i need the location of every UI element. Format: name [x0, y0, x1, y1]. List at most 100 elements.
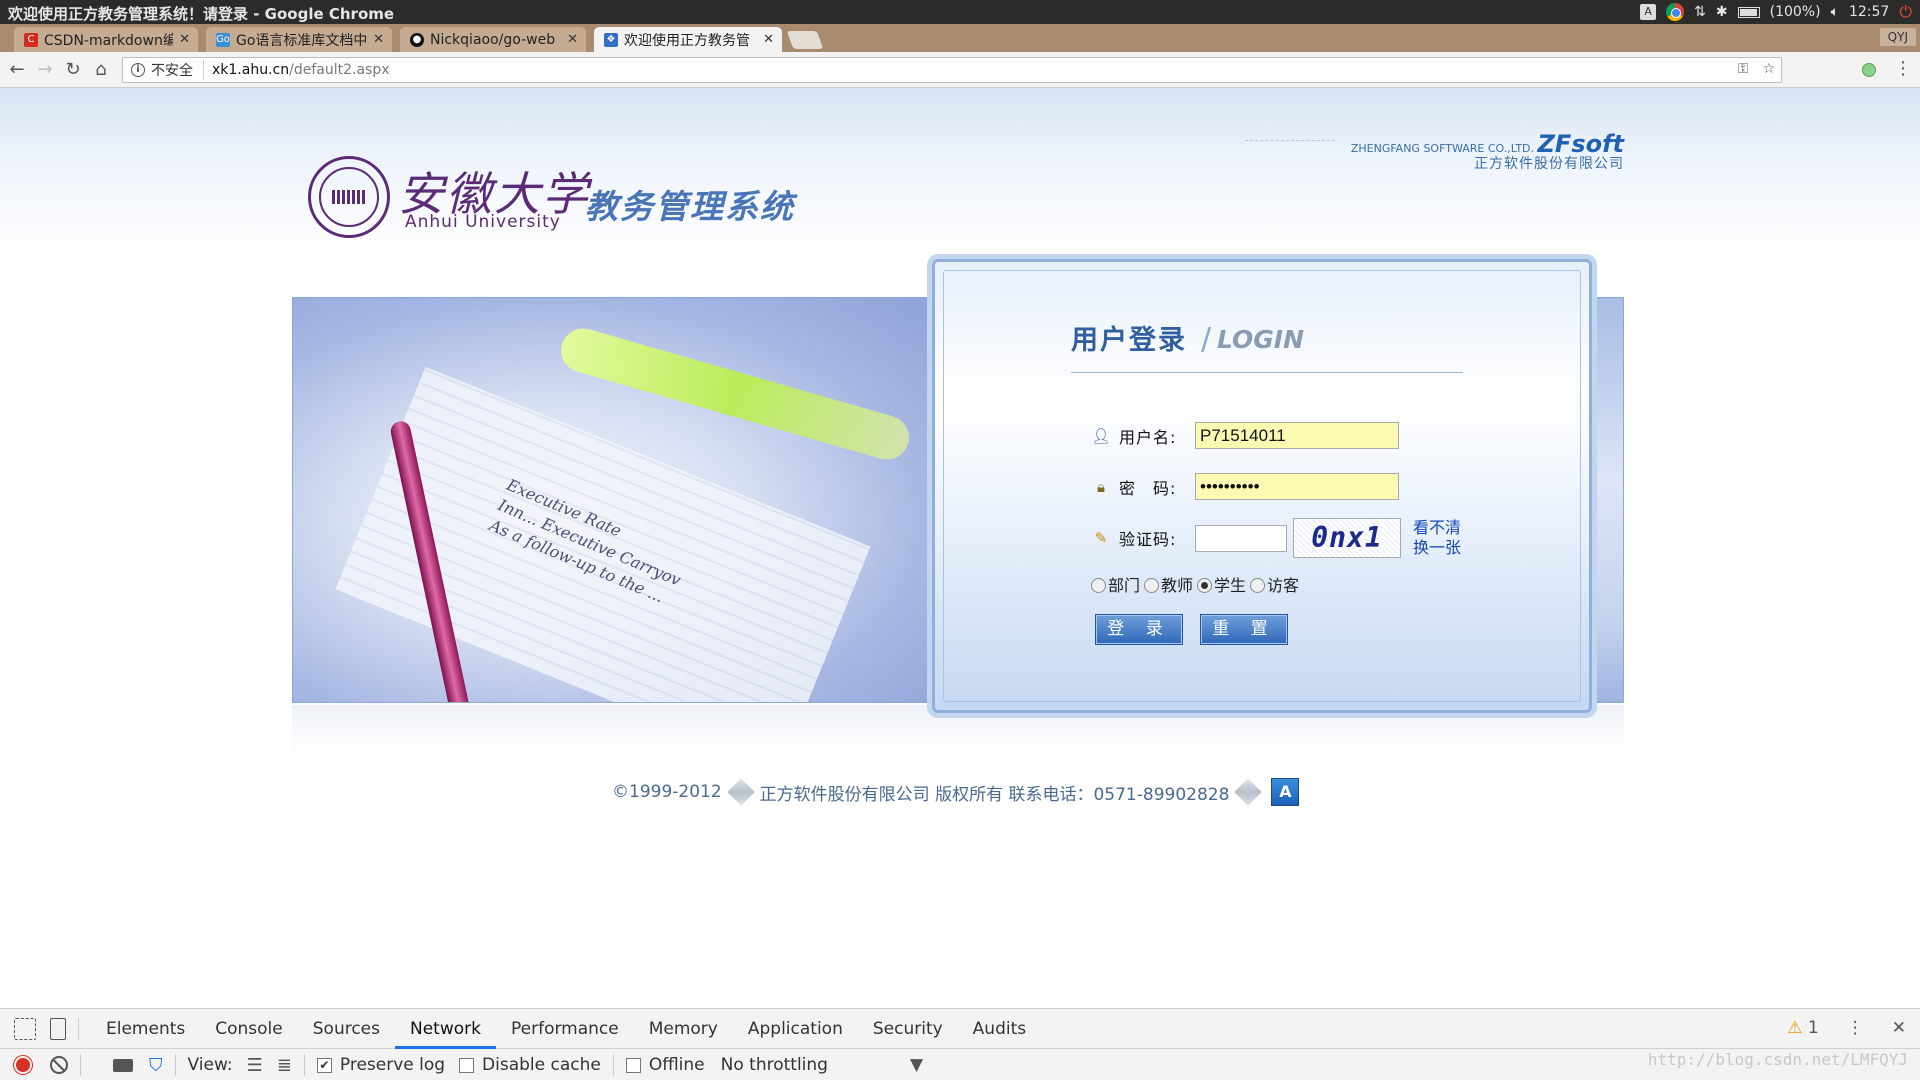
browser-tab-active[interactable]: ❖ 欢迎使用正方教务管 ✕	[594, 27, 782, 52]
browser-tab[interactable]: C CSDN-markdown编 ✕	[14, 27, 198, 52]
role-radio-group: 部门 教师 学生 访客	[1091, 572, 1303, 596]
devtools-menu-icon[interactable]: ⋮	[1847, 1018, 1864, 1038]
browser-tab[interactable]: ● Nickqiaoo/go-web ✕	[400, 27, 586, 52]
username-input[interactable]	[1195, 422, 1399, 449]
menu-icon[interactable]: ⋮	[1894, 58, 1912, 79]
disable-cache-label: Disable cache	[482, 1055, 601, 1075]
captcha-label: 验证码:	[1119, 530, 1177, 549]
devtools-tab-memory[interactable]: Memory	[634, 1009, 733, 1049]
extension-icon[interactable]	[1862, 63, 1876, 77]
role-radio-department[interactable]	[1091, 577, 1106, 593]
home-icon[interactable]: ⌂	[90, 59, 112, 80]
role-radio-student[interactable]	[1197, 577, 1213, 593]
role-radio-visitor[interactable]	[1250, 577, 1266, 593]
login-title: 用户登录	[1071, 325, 1187, 356]
address-bar[interactable]: i 不安全 xk1.ahu.cn /default2.aspx ⚿ ☆	[122, 57, 1782, 83]
close-icon[interactable]: ✕	[373, 32, 384, 47]
github-icon: ●	[410, 32, 424, 47]
divider	[303, 1054, 305, 1076]
devtools-tab-security[interactable]: Security	[858, 1009, 958, 1049]
password-label: 密 码:	[1119, 478, 1177, 498]
view-label: View:	[187, 1055, 233, 1075]
login-title-en: LOGIN	[1217, 325, 1305, 354]
university-name-en: Anhui University	[405, 212, 561, 232]
browser-toolbar: ← → ↻ ⌂ i 不安全 xk1.ahu.cn /default2.aspx …	[0, 52, 1920, 88]
role-radio-teacher[interactable]	[1144, 577, 1160, 593]
university-seal-logo	[308, 156, 390, 238]
clear-icon[interactable]	[50, 1056, 68, 1074]
reload-icon[interactable]: ↻	[62, 59, 84, 80]
key-icon[interactable]: ⚿	[1738, 61, 1749, 77]
network-icon[interactable]: ⇅	[1694, 4, 1706, 20]
devtools-tab-console[interactable]: Console	[200, 1009, 298, 1049]
back-icon[interactable]: ←	[6, 59, 28, 80]
battery-icon[interactable]	[1737, 6, 1760, 18]
url-path: /default2.aspx	[289, 62, 390, 78]
power-icon[interactable]: ⏻	[1899, 2, 1912, 22]
clock[interactable]: 12:57	[1849, 4, 1889, 20]
browser-tab[interactable]: Go Go语言标准库文档中 ✕	[206, 27, 392, 52]
capture-screenshots-icon[interactable]	[113, 1058, 133, 1072]
record-icon[interactable]	[14, 1056, 32, 1074]
divider	[78, 1017, 79, 1040]
tab-title: 欢迎使用正方教务管	[624, 32, 750, 49]
preserve-log-toggle[interactable]: ✔ Preserve log	[316, 1055, 445, 1075]
a-badge-icon[interactable]: A	[1271, 778, 1300, 806]
preserve-log-checkbox[interactable]: ✔	[316, 1057, 332, 1073]
close-icon[interactable]: ✕	[179, 32, 190, 47]
cube-logo-icon	[1234, 778, 1263, 806]
keyboard-layout-icon[interactable]: A	[1640, 4, 1657, 20]
profile-button[interactable]: QYJ	[1879, 28, 1916, 46]
offline-toggle[interactable]: Offline	[625, 1055, 705, 1075]
page-viewport: 安徽大学 Anhui University 教务管理系统 ZHENGFANG S…	[0, 88, 1920, 1008]
list-view-icon[interactable]: ☰	[247, 1055, 263, 1076]
vendor-name-cn: 正方软件股份有限公司	[1474, 156, 1624, 172]
login-panel: 用户登录 / LOGIN 👤︎ 用户名: 🔒︎ 密 码: ✎ 验证码: 0nx1…	[932, 259, 1592, 713]
system-top-bar: 欢迎使用正方教务管理系统！请登录 - Google Chrome A ⇅ ✱ (…	[0, 0, 1920, 24]
inspect-element-icon[interactable]	[14, 1017, 36, 1040]
refresh-captcha-link[interactable]: 看不清 换一张	[1413, 518, 1461, 558]
devtools-tab-elements[interactable]: Elements	[91, 1009, 200, 1049]
password-input[interactable]	[1195, 473, 1399, 500]
star-icon[interactable]: ☆	[1762, 61, 1775, 77]
chevron-down-icon[interactable]: ▼	[910, 1055, 923, 1075]
device-toolbar-icon[interactable]	[50, 1017, 66, 1040]
captcha-row: ✎ 验证码: 0nx1 看不清 换一张	[1091, 518, 1461, 558]
battery-percent: (100%)	[1769, 4, 1821, 20]
warnings-indicator[interactable]: ⚠ 1	[1787, 1018, 1818, 1038]
bluetooth-icon[interactable]: ✱	[1716, 4, 1728, 20]
captcha-input[interactable]	[1195, 524, 1287, 552]
filter-icon[interactable]: ⛉	[149, 1055, 163, 1076]
username-label: 用户名:	[1119, 427, 1177, 447]
disable-cache-checkbox[interactable]	[459, 1057, 475, 1073]
devtools-tab-performance[interactable]: Performance	[496, 1009, 634, 1049]
forward-icon[interactable]: →	[34, 59, 56, 80]
captcha-image[interactable]: 0nx1	[1293, 518, 1401, 558]
waterfall-view-icon[interactable]: ≣	[277, 1055, 292, 1076]
divider	[1071, 372, 1463, 373]
page-footer: ©1999-2012 正方软件股份有限公司 版权所有 联系电话：0571-899…	[612, 778, 1312, 806]
login-title-separator: /	[1201, 322, 1212, 357]
close-icon[interactable]: ✕	[763, 32, 774, 47]
info-icon[interactable]: i	[131, 63, 145, 77]
devtools-tab-application[interactable]: Application	[733, 1009, 858, 1049]
throttling-select[interactable]: No throttling	[721, 1055, 828, 1075]
chrome-icon[interactable]	[1666, 3, 1685, 21]
security-status[interactable]: 不安全	[151, 60, 204, 80]
copyright-years: ©1999-2012	[612, 782, 722, 802]
login-button[interactable]: 登 录	[1095, 614, 1183, 645]
devtools-tab-sources[interactable]: Sources	[298, 1009, 395, 1049]
close-icon[interactable]: ✕	[1892, 1018, 1906, 1038]
window-title: 欢迎使用正方教务管理系统！请登录 - Google Chrome	[8, 5, 395, 23]
tab-title: Nickqiaoo/go-web	[430, 31, 556, 48]
new-tab-button[interactable]	[786, 31, 824, 49]
offline-checkbox[interactable]	[625, 1057, 641, 1073]
cube-logo-icon	[726, 778, 755, 806]
watermark: http://blog.csdn.net/LMFQYJ	[1647, 1050, 1908, 1069]
devtools-tab-network[interactable]: Network	[395, 1009, 496, 1049]
devtools-tab-audits[interactable]: Audits	[958, 1009, 1041, 1049]
disable-cache-toggle[interactable]: Disable cache	[459, 1055, 601, 1075]
close-icon[interactable]: ✕	[567, 32, 578, 47]
reset-button[interactable]: 重 置	[1200, 614, 1288, 645]
volume-icon[interactable]: 🔈︎	[1831, 4, 1839, 20]
